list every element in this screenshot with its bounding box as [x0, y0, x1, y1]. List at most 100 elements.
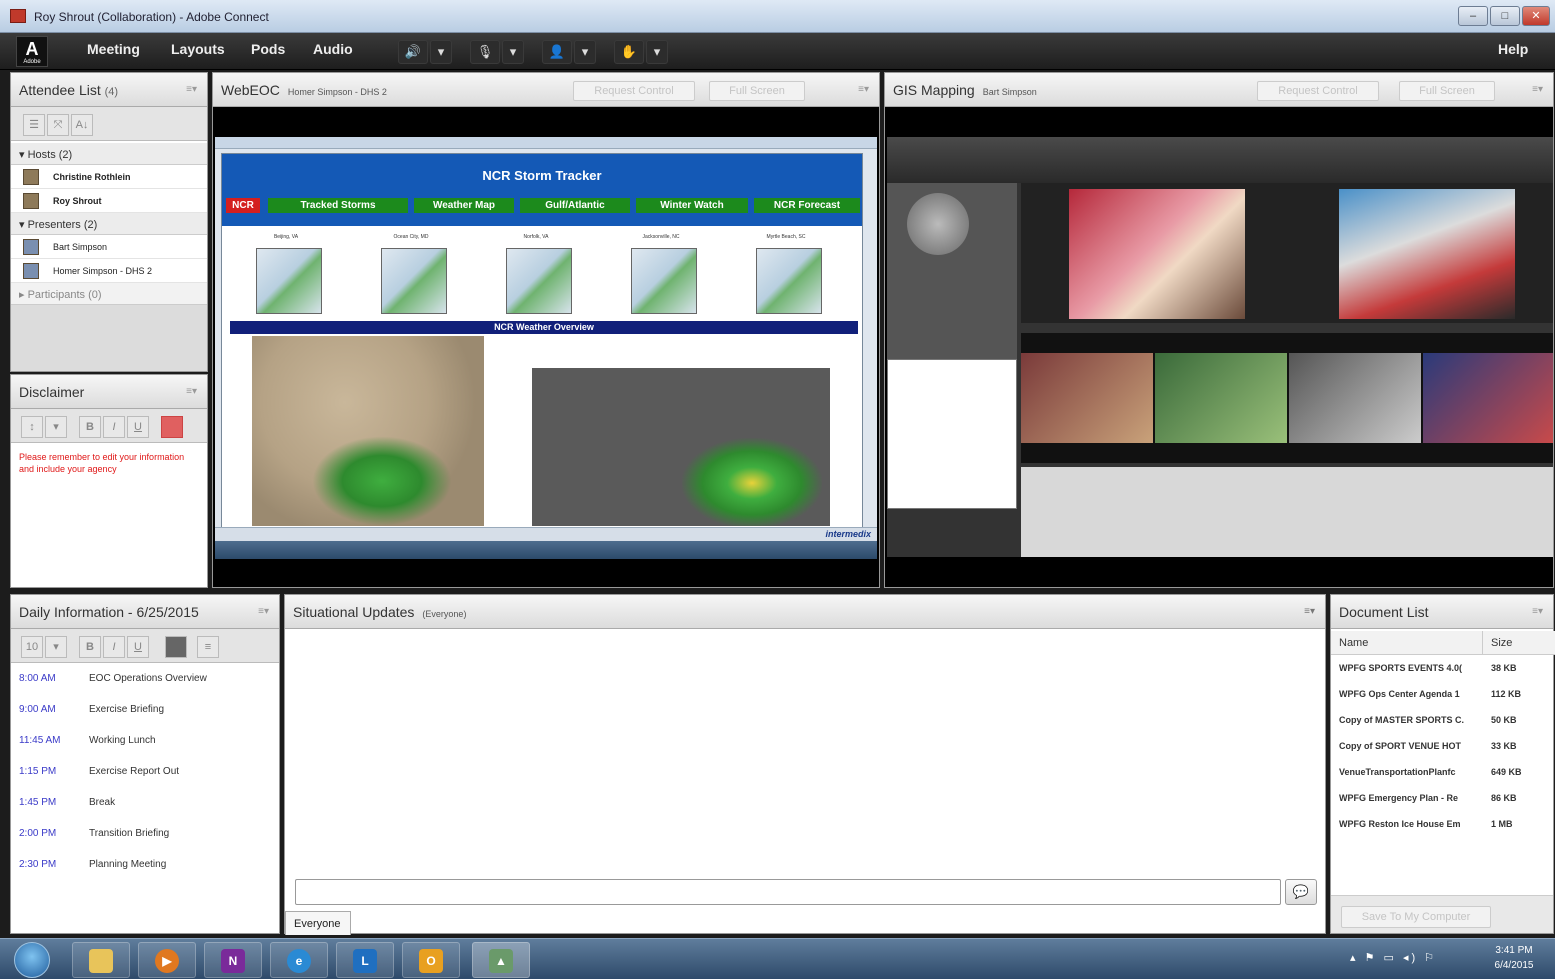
menu-meeting[interactable]: Meeting — [87, 41, 140, 57]
group-presenters[interactable]: ▾ Presenters (2) — [11, 213, 207, 235]
video-thumb[interactable] — [1289, 353, 1421, 443]
col-name[interactable]: Name — [1331, 631, 1483, 655]
raise-hand-icon[interactable]: ✋ — [614, 40, 644, 64]
close-button[interactable]: ✕ — [1522, 6, 1550, 26]
italic-icon[interactable]: I — [103, 636, 125, 658]
news-feed-2[interactable] — [1339, 189, 1515, 319]
nav-ncr-forecast[interactable]: NCR Forecast — [754, 198, 860, 213]
document-row[interactable]: VenueTransportationPlanfc 649 KB — [1331, 759, 1553, 785]
text-color-icon[interactable] — [161, 416, 183, 438]
italic-icon[interactable]: I — [103, 416, 125, 438]
request-control-button[interactable]: Request Control — [1257, 81, 1379, 101]
adobe-connect-icon: ▲ — [489, 949, 513, 973]
microphone-dropdown-icon[interactable]: ▾ — [502, 40, 524, 64]
jog-dial-icon[interactable] — [907, 193, 969, 255]
window-title-bar: Roy Shrout (Collaboration) - Adobe Conne… — [0, 0, 1555, 33]
speaker-icon[interactable]: 🔊 — [398, 40, 428, 64]
system-tray-icons[interactable]: ▴ ⚑ ▭ ◂) ⚐ — [1350, 951, 1437, 964]
document-row[interactable]: WPFG SPORTS EVENTS 4.0(38 KB — [1331, 655, 1553, 681]
taskbar-lync[interactable]: L — [336, 942, 394, 978]
pod-menu-icon[interactable]: ≡▾ — [186, 386, 197, 397]
microphone-icon[interactable]: 🎙 — [470, 40, 500, 64]
start-button-icon[interactable] — [14, 942, 50, 978]
font-size-icon[interactable]: 10 — [21, 636, 43, 658]
taskbar-explorer[interactable] — [72, 942, 130, 978]
underline-icon[interactable]: U — [127, 636, 149, 658]
document-row[interactable]: WPFG Emergency Plan - Re 86 KB — [1331, 785, 1553, 811]
status-dropdown-icon[interactable]: ▾ — [646, 40, 668, 64]
city-radar-thumb[interactable]: Norfolk, VA — [502, 234, 572, 314]
group-hosts[interactable]: ▾ Hosts (2) — [11, 143, 207, 165]
font-size-down-icon[interactable]: ↕ — [21, 416, 43, 438]
nav-ncr[interactable]: NCR — [226, 198, 260, 213]
shared-screen[interactable]: NCR Storm Tracker NCR Tracked Storms Wea… — [215, 137, 877, 559]
speaker-dropdown-icon[interactable]: ▾ — [430, 40, 452, 64]
city-radar-thumb[interactable]: Jacksonville, NC — [627, 234, 697, 314]
full-screen-button[interactable]: Full Screen — [709, 81, 805, 101]
bold-icon[interactable]: B — [79, 636, 101, 658]
chat-input[interactable] — [295, 879, 1281, 905]
request-control-button[interactable]: Request Control — [573, 81, 695, 101]
city-radar-thumb[interactable]: Myrtle Beach, SC — [752, 234, 822, 314]
news-feed-1[interactable] — [1069, 189, 1245, 319]
menu-help[interactable]: Help — [1498, 41, 1528, 57]
taskbar-adobe-connect[interactable]: ▲ — [472, 942, 530, 978]
attendee-row[interactable]: Bart Simpson — [11, 235, 207, 259]
minimize-button[interactable]: – — [1458, 6, 1488, 26]
browser-address-bar — [215, 137, 877, 149]
document-row[interactable]: WPFG Ops Center Agenda 1 112 KB — [1331, 681, 1553, 707]
attendee-row[interactable]: Roy Shrout — [11, 189, 207, 213]
webcam-dropdown-icon[interactable]: ▾ — [574, 40, 596, 64]
document-row[interactable]: Copy of MASTER SPORTS C. 50 KB — [1331, 707, 1553, 733]
taskbar-media-player[interactable]: ▶ — [138, 942, 196, 978]
full-screen-button[interactable]: Full Screen — [1399, 81, 1495, 101]
webcam-icon[interactable]: 👤 — [542, 40, 572, 64]
clock[interactable]: 3:41 PM 6/4/2015 — [1484, 943, 1544, 973]
pod-menu-icon[interactable]: ≡▾ — [1532, 606, 1543, 617]
pod-menu-icon[interactable]: ≡▾ — [258, 606, 269, 617]
pod-menu-icon[interactable]: ≡▾ — [858, 84, 869, 95]
menu-pods[interactable]: Pods — [251, 41, 285, 57]
document-row[interactable]: WPFG Reston Ice House Em 1 MB — [1331, 811, 1553, 837]
video-thumb[interactable] — [1021, 353, 1153, 443]
group-participants[interactable]: ▸ Participants (0) — [11, 283, 207, 305]
list-icon[interactable]: ≡ — [197, 636, 219, 658]
sort-icon[interactable]: A↓ — [71, 114, 93, 136]
col-size[interactable]: Size — [1483, 631, 1555, 655]
video-thumb[interactable] — [1423, 353, 1553, 443]
maximize-button[interactable]: □ — [1490, 6, 1520, 26]
nav-gulf-atlantic[interactable]: Gulf/Atlantic — [520, 198, 630, 213]
breakout-view-icon[interactable]: ⤧ — [47, 114, 69, 136]
taskbar-outlook[interactable]: O — [402, 942, 460, 978]
nav-weather-map[interactable]: Weather Map — [414, 198, 514, 213]
pod-menu-icon[interactable]: ≡▾ — [1532, 84, 1543, 95]
font-size-dropdown-icon[interactable]: ▾ — [45, 636, 67, 658]
remote-taskbar — [215, 541, 877, 559]
tab-everyone[interactable]: Everyone — [285, 911, 351, 935]
nav-winter-watch[interactable]: Winter Watch — [636, 198, 748, 213]
city-radar-thumb[interactable]: Beijing, VA — [252, 234, 322, 314]
menu-layouts[interactable]: Layouts — [171, 41, 225, 57]
font-size-dropdown-icon[interactable]: ▾ — [45, 416, 67, 438]
taskbar-internet-explorer[interactable]: e — [270, 942, 328, 978]
document-footer: Save To My Computer — [1331, 895, 1553, 933]
city-radar-thumb[interactable]: Ocean City, MD — [377, 234, 447, 314]
clock-date: 6/4/2015 — [1494, 960, 1534, 971]
list-view-icon[interactable]: ☰ — [23, 114, 45, 136]
attendee-pod-title: Attendee List — [19, 82, 101, 98]
pod-menu-icon[interactable]: ≡▾ — [186, 84, 197, 95]
save-to-computer-button[interactable]: Save To My Computer — [1341, 906, 1491, 928]
bold-icon[interactable]: B — [79, 416, 101, 438]
menu-audio[interactable]: Audio — [313, 41, 353, 57]
send-message-icon[interactable]: 💬 — [1285, 879, 1317, 905]
text-color-icon[interactable] — [165, 636, 187, 658]
gis-shared-screen[interactable] — [887, 137, 1553, 557]
taskbar-onenote[interactable]: N — [204, 942, 262, 978]
video-thumb[interactable] — [1155, 353, 1287, 443]
document-row[interactable]: Copy of SPORT VENUE HOT 33 KB — [1331, 733, 1553, 759]
nav-tracked-storms[interactable]: Tracked Storms — [268, 198, 408, 213]
pod-menu-icon[interactable]: ≡▾ — [1304, 606, 1315, 617]
attendee-row[interactable]: Christine Rothlein — [11, 165, 207, 189]
attendee-row[interactable]: Homer Simpson - DHS 2 — [11, 259, 207, 283]
underline-icon[interactable]: U — [127, 416, 149, 438]
